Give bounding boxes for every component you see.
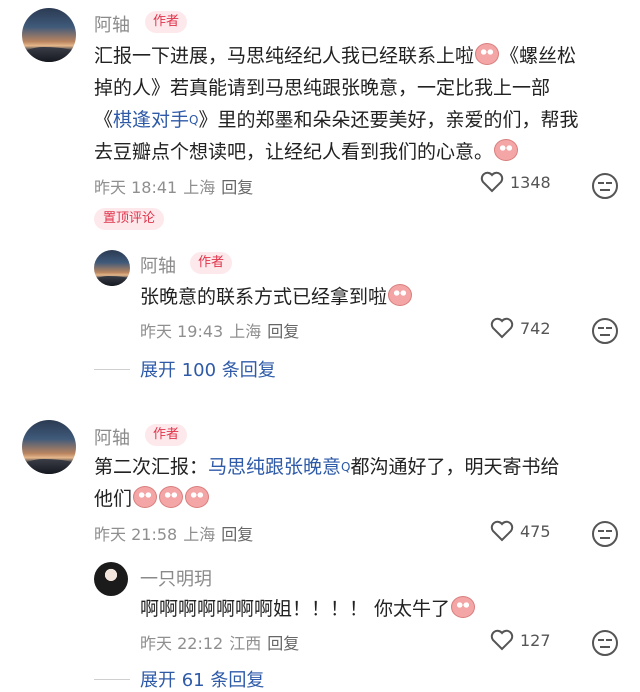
pig-emoji-icon [159,486,184,508]
expand-replies-button[interactable]: 展开 61 条回复 [94,666,264,692]
comment-text: 汇报一下进展，马思纯经纪人我已经联系上啦 《螺丝松 掉的人》若真能请到马思纯跟张晚… [94,43,579,163]
comment-username[interactable]: 阿轴 [94,424,130,450]
reply-link[interactable]: 回复 [267,634,299,653]
heart-icon [490,520,514,542]
comment-text: 第二次汇报：马思纯跟张晚意Q都沟通好了，明天寄书给 他们 [94,456,560,510]
comment-meta: 昨天 18:41 上海 回复 [94,178,254,197]
comment-text: 啊啊啊啊啊啊啊姐！！！！ 你太牛了 [140,593,476,625]
comment-meta: 昨天 19:43 上海 回复 [140,322,300,341]
pig-emoji-icon [185,486,210,508]
comment-meta: 昨天 22:12 江西 回复 [140,634,300,653]
divider-line [94,368,130,370]
like-button[interactable]: 127 [490,629,551,651]
avatar[interactable] [94,250,130,286]
face-icon[interactable] [592,630,618,656]
reply-link[interactable]: 回复 [221,525,253,544]
comment-username[interactable]: 阿轴 [140,252,176,278]
like-button[interactable]: 475 [490,520,551,542]
heart-icon [490,317,514,339]
author-badge: 作者 [190,252,233,274]
face-icon[interactable] [592,521,618,547]
reply-link[interactable]: 回复 [221,178,253,197]
face-icon[interactable] [592,318,618,344]
author-badge: 作者 [145,424,188,446]
heart-icon [490,629,514,651]
comment-username[interactable]: 阿轴 [94,11,130,37]
pig-emoji-icon [451,596,476,618]
comment-meta: 昨天 21:58 上海 回复 [94,525,254,544]
author-badge: 作者 [145,11,188,33]
person-link[interactable]: 马思纯跟张晚意Q [208,456,350,478]
face-icon[interactable] [592,173,618,199]
avatar[interactable] [22,420,76,474]
heart-icon [480,171,504,193]
pinned-badge: 置顶评论 [94,208,165,230]
like-button[interactable]: 1348 [480,171,551,193]
reply-link[interactable]: 回复 [267,322,299,341]
like-button[interactable]: 742 [490,317,551,339]
comment-username[interactable]: 一只明玥 [140,565,212,591]
comment-text: 张晚意的联系方式已经拿到啦 [140,281,413,313]
pig-emoji-icon [133,486,158,508]
avatar[interactable] [94,562,128,596]
avatar[interactable] [22,8,76,62]
pig-emoji-icon [494,139,519,161]
pig-emoji-icon [388,284,413,306]
pig-emoji-icon [475,43,500,65]
expand-replies-button[interactable]: 展开 100 条回复 [94,356,276,382]
book-link[interactable]: 棋逢对手Q [113,109,198,131]
